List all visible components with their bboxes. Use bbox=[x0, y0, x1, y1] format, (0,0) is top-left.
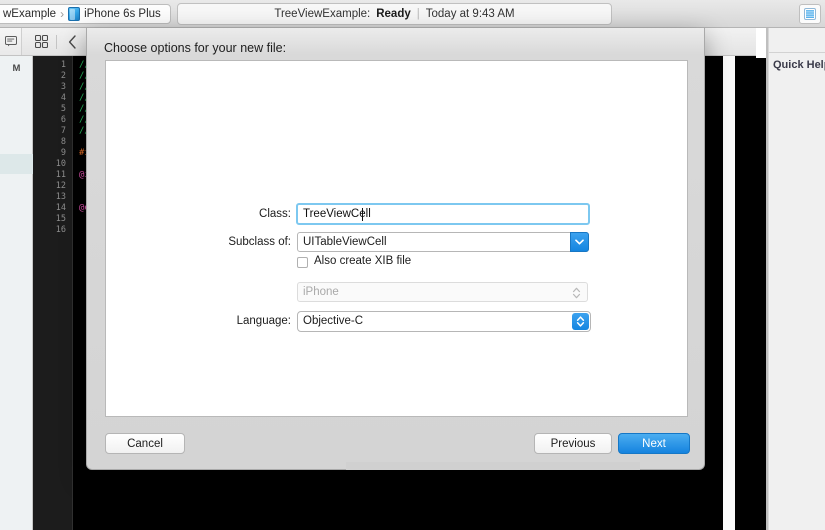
line-number: 6 bbox=[60, 115, 66, 125]
scheme-separator: › bbox=[60, 7, 65, 21]
line-number: 7 bbox=[60, 126, 66, 136]
line-number: 4 bbox=[60, 93, 66, 103]
project-navigator[interactable]: M bbox=[0, 56, 33, 530]
line-number: 13 bbox=[55, 192, 66, 202]
class-input[interactable] bbox=[298, 205, 588, 223]
sheet-content-area: Class: Subclass of: UITableViewCell bbox=[105, 60, 688, 417]
line-number: 5 bbox=[60, 104, 66, 114]
status-timestamp: Today at 9:43 AM bbox=[425, 8, 515, 20]
line-number: 2 bbox=[60, 71, 66, 81]
grid-view-icon bbox=[34, 35, 48, 48]
activity-status-bar: TreeViewExample: Ready | Today at 9:43 A… bbox=[177, 3, 612, 25]
grid-view-button[interactable] bbox=[26, 28, 56, 55]
window-bottom-fill bbox=[346, 462, 640, 470]
toolbar: wExample › iPhone 6s Plus TreeViewExampl… bbox=[0, 0, 825, 28]
next-button[interactable]: Next bbox=[618, 433, 690, 454]
class-field-wrapper[interactable] bbox=[296, 203, 590, 225]
editor-right-padding bbox=[723, 56, 735, 530]
status-state: Ready bbox=[376, 8, 411, 20]
class-label: Class: bbox=[259, 208, 291, 220]
cancel-button[interactable]: Cancel bbox=[105, 433, 185, 454]
language-value: Objective-C bbox=[303, 315, 364, 327]
utilities-panel-icon bbox=[804, 8, 816, 20]
language-popup-arrow[interactable] bbox=[572, 313, 589, 330]
scheme-device-label: iPhone 6s Plus bbox=[84, 8, 161, 20]
line-number: 9 bbox=[60, 148, 66, 158]
quick-help-title: Quick Help bbox=[773, 59, 825, 71]
xib-checkbox-label: Also create XIB file bbox=[314, 255, 412, 267]
related-files-button[interactable] bbox=[0, 28, 22, 55]
stepper-updown-icon bbox=[572, 287, 581, 299]
line-number: 16 bbox=[55, 225, 66, 235]
line-number: 15 bbox=[55, 214, 66, 224]
editor-gutter: 1 2 3 4 5 6 7 8 9 10 11 12 13 14 15 16 bbox=[33, 56, 73, 530]
device-value: iPhone bbox=[303, 286, 339, 298]
quick-help-panel: Quick Help bbox=[768, 28, 825, 530]
related-files-icon bbox=[4, 36, 17, 47]
line-number: 11 bbox=[55, 170, 66, 180]
line-number: 12 bbox=[55, 181, 66, 191]
status-divider: | bbox=[416, 8, 420, 20]
line-number: 14 bbox=[55, 203, 66, 213]
line-number: 3 bbox=[60, 82, 66, 92]
subclass-combo-box[interactable]: UITableViewCell bbox=[297, 232, 589, 252]
sheet-title: Choose options for your new file: bbox=[104, 41, 287, 55]
navigate-back-button[interactable] bbox=[57, 28, 87, 55]
text-caret bbox=[362, 208, 363, 221]
status-scheme-name: TreeViewExample: bbox=[274, 8, 371, 20]
previous-button[interactable]: Previous bbox=[534, 433, 612, 454]
scheme-selector[interactable]: wExample › iPhone 6s Plus bbox=[0, 4, 171, 24]
line-number: 1 bbox=[60, 60, 66, 70]
xib-checkbox[interactable] bbox=[297, 257, 308, 268]
quick-help-separator bbox=[769, 52, 825, 53]
new-file-options-sheet: Choose options for your new file: Class:… bbox=[86, 28, 705, 470]
editor-top-white-strip bbox=[756, 28, 766, 58]
subclass-dropdown-button[interactable] bbox=[570, 232, 589, 252]
new-file-form: Class: Subclass of: UITableViewCell bbox=[106, 61, 689, 418]
language-label: Language: bbox=[236, 315, 291, 327]
language-popup-button[interactable]: Objective-C bbox=[297, 311, 591, 332]
line-number: 10 bbox=[55, 159, 66, 169]
device-iphone-icon bbox=[68, 7, 81, 21]
subclass-label: Subclass of: bbox=[228, 236, 291, 248]
scheme-project-label: wExample bbox=[3, 8, 57, 20]
xcode-window: wExample › iPhone 6s Plus TreeViewExampl… bbox=[0, 0, 825, 530]
chevron-left-icon bbox=[68, 34, 76, 49]
device-popup-disabled: iPhone bbox=[297, 282, 588, 302]
navigator-selected-row[interactable] bbox=[0, 154, 33, 174]
utilities-panel-toggle[interactable] bbox=[799, 4, 821, 24]
subclass-value: UITableViewCell bbox=[303, 236, 387, 248]
navigator-modified-badge: M bbox=[12, 62, 21, 74]
chevron-down-icon bbox=[575, 239, 584, 245]
line-number: 8 bbox=[60, 137, 66, 147]
stepper-updown-icon bbox=[576, 316, 585, 327]
